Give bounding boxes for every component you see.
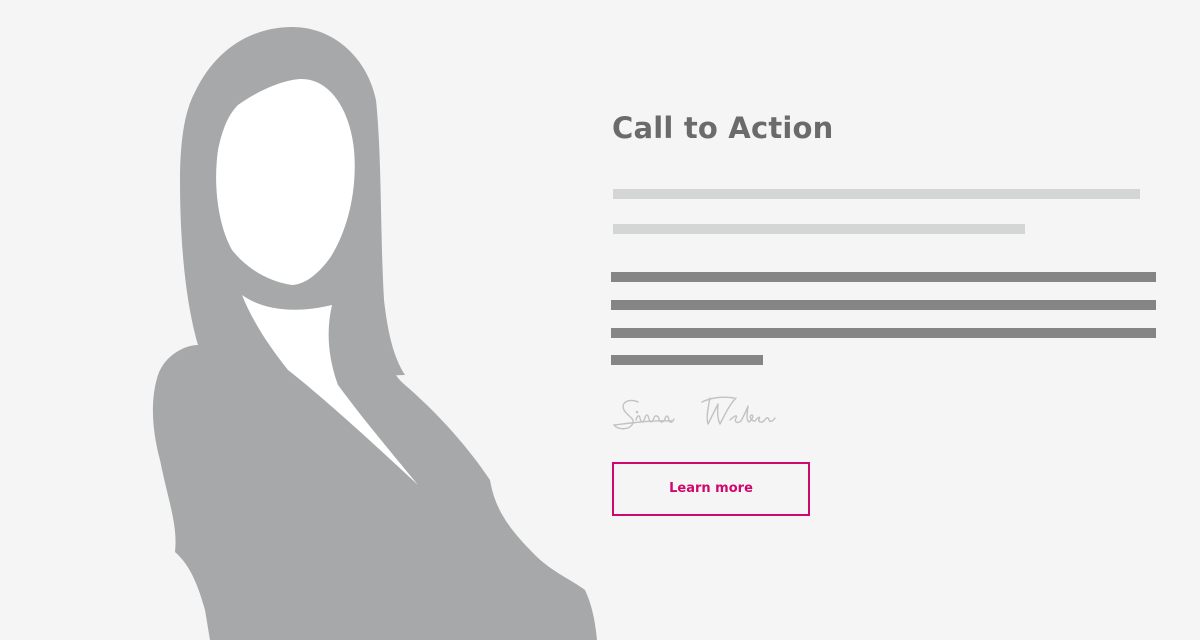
cta-content: Call to Action [612, 100, 1172, 156]
body-placeholder-line [611, 328, 1156, 338]
silhouette-body [152, 300, 597, 640]
cta-title: Call to Action [612, 111, 834, 145]
body-placeholder-line [611, 300, 1156, 310]
subtitle-placeholder-line [613, 224, 1025, 234]
learn-more-button[interactable]: Learn more [612, 462, 810, 516]
body-placeholder-line [611, 272, 1156, 282]
body-placeholder-line [611, 355, 763, 365]
cta-section: Call to Action Learn more [0, 0, 1200, 640]
signature-image [613, 396, 776, 430]
subtitle-placeholder-line [613, 189, 1140, 199]
person-silhouette-image [152, 26, 597, 640]
